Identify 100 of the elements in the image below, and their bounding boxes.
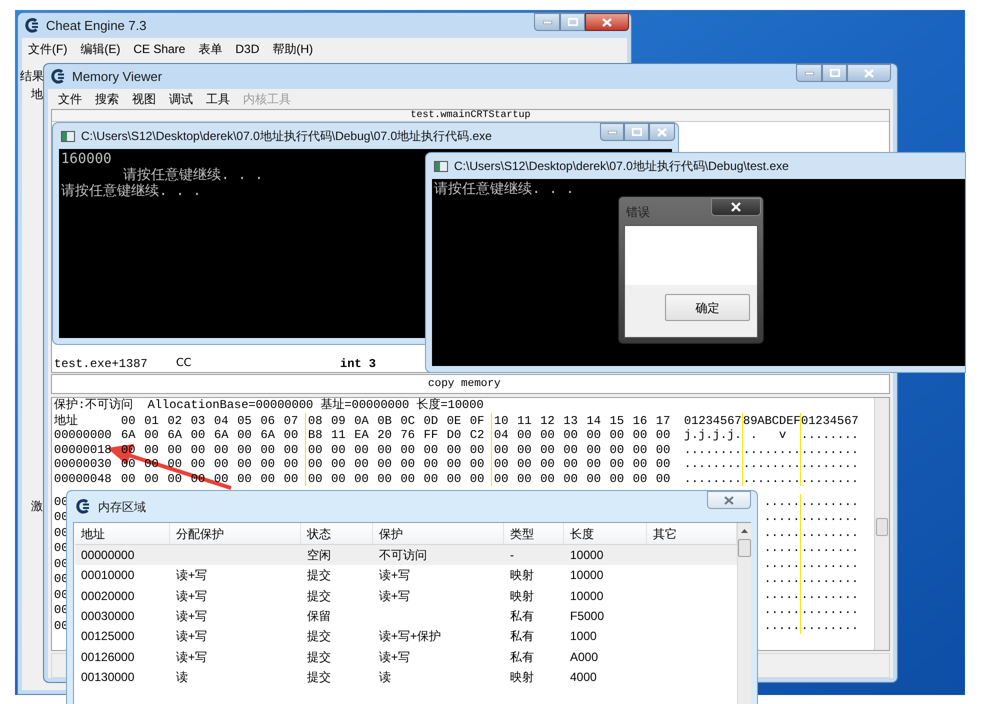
table-cell-text: 10000 [570,588,604,605]
byte-cell-text: 00 [608,427,626,444]
close-button[interactable] [585,13,629,31]
menu-item[interactable]: 编辑(E) [80,40,120,58]
byte-cell-text: 00 [376,456,393,474]
column-header: 89ABCDEF [742,413,800,428]
table-cell-text: 提交 [307,588,331,605]
byte-cell-text: 00 [282,442,300,459]
app-logo-icon [75,499,92,514]
byte-cell-text: 00 [539,470,556,488]
table-cell-text: 00020000 [81,588,134,605]
ascii-cell: ........ [684,457,742,472]
table-cell-text: F5000 [570,608,604,626]
minimize-button[interactable] [534,13,560,31]
table-cell-text: 读+写 [176,648,208,666]
byte-cell-text: 00 [539,442,556,459]
byte-cell-text: 00 [143,427,160,444]
table-cell-text: 保留 [307,608,331,626]
column-header: 03 [190,412,206,430]
byte-cell-text: 00 [400,470,416,488]
byte-cell-text: 00 [213,470,230,488]
close-button[interactable] [711,198,761,216]
byte-cell-text: 00 [236,442,253,459]
ascii-cell: ........ [684,472,742,486]
byte-cell-text: 6A [166,427,183,444]
column-header[interactable]: 类型 [504,523,564,544]
column-header: 01234567 [684,413,742,428]
byte-cell-text: 04 [493,427,510,444]
table-cell-text: 不可访问 [379,547,427,564]
byte-cell-text: 00 [586,427,602,444]
console-icon [61,130,75,142]
ascii-cell: ........ [800,457,858,472]
table-row[interactable]: 00000000 空闲 不可访问 - 10000 [75,545,737,566]
byte-cell-text: 00 [282,456,300,474]
menu-item[interactable]: 表单 [198,40,222,58]
byte-cell-text: 6A [260,427,276,444]
maximize-button[interactable] [822,64,847,82]
byte-cell-text: 00 [353,470,370,488]
menu-item[interactable]: 搜索 [95,90,119,108]
maximize-button[interactable] [560,13,585,31]
table-cell-text: 10000 [570,547,604,564]
menu-item[interactable]: 帮助(H) [272,40,314,58]
column-header: 14 [586,412,602,430]
menu-item[interactable]: D3D [235,40,260,58]
byte-cell-text: 00 [213,456,230,474]
column-header: 09 [330,412,347,430]
column-header: 05 [236,412,253,430]
table-cell-text: 私有 [510,628,534,646]
byte-cell-text: 00 [260,456,276,474]
maximize-icon [632,128,642,136]
menu-item[interactable]: 文件(F) [28,40,68,58]
byte-cell-text: 00 [608,442,626,459]
column-header[interactable]: 分配保护 [170,523,301,544]
scroll-up-icon[interactable] [741,529,748,533]
menu-item: 内核工具 [243,91,291,108]
address-cell-text: 00000030 [54,457,113,472]
byte-cell-text: B8 [307,427,324,444]
scrollbar-thumb[interactable] [738,539,751,557]
byte-cell-text: 00 [236,456,253,474]
column-header: 10 [493,412,510,430]
byte-cell-text: 00 [422,442,440,459]
ok-button[interactable]: 确定 [665,294,750,321]
menu-item[interactable]: 调试 [169,90,193,108]
byte-cell-text: 00 [562,456,579,474]
column-header[interactable]: 长度 [564,523,647,544]
byte-cell-text: 00 [446,442,462,459]
byte-cell-text: 00 [236,470,253,488]
minimize-button[interactable] [600,123,624,141]
byte-cell-text: 00 [190,456,206,474]
column-header[interactable]: 保护 [373,523,504,544]
scrollbar-thumb[interactable] [876,518,888,536]
menu-item[interactable]: 视图 [132,90,156,108]
maximize-button[interactable] [624,123,649,141]
side-label: 地 [31,86,43,102]
column-header: 12 [539,412,556,430]
console-line: 请按任意键继续. . . [434,181,574,197]
scrollbar[interactable] [737,523,751,704]
byte-cell-text: 00 [446,470,462,488]
console-line: 160000 [61,151,112,167]
column-header[interactable]: 状态 [301,523,373,544]
minimize-icon [542,20,552,24]
table-cell-text: 00125000 [81,628,134,646]
menu-item[interactable]: 工具 [206,90,230,108]
menu-item[interactable]: 文件 [58,90,82,108]
byte-cell-text: 00 [562,427,579,444]
minimize-button[interactable] [796,64,822,82]
ascii-cell: ........ [742,472,800,486]
ascii-cell: ........ [684,442,742,457]
scrollbar[interactable] [874,398,889,650]
column-header: 0F [468,412,486,430]
address-cell-text: 00000000 [54,428,113,442]
ascii-cell: ........ [800,494,858,510]
byte-cell-text: 6A [213,427,230,444]
byte-cell-text: 00 [330,470,347,488]
column-header[interactable]: 地址 [75,523,170,544]
byte-cell-text: 00 [330,442,347,459]
byte-cell-text: 76 [400,427,416,444]
menu-item[interactable]: CE Share [133,40,186,58]
byte-cell-text: 00 [516,470,533,488]
byte-cell-text: 00 [213,442,230,459]
